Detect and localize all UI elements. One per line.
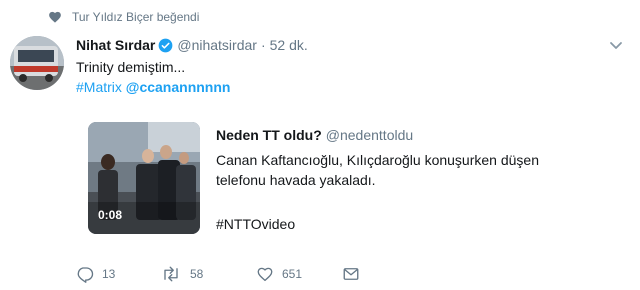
tweet-text: Trinity demiştim... #Matrix @ccanannnnnn (76, 57, 230, 97)
avatar[interactable] (10, 36, 64, 90)
reply-count: 13 (102, 267, 116, 281)
tweet-timestamp[interactable]: 52 dk. (270, 37, 308, 53)
quoted-text-line: telefonu havada yakaladı. (216, 172, 376, 188)
chevron-down-icon[interactable] (608, 40, 624, 52)
video-duration: 0:08 (98, 208, 123, 222)
envelope-icon (343, 268, 359, 280)
video-thumbnail[interactable]: 0:08 (88, 122, 200, 234)
author-name[interactable]: Nihat Sırdar (76, 37, 155, 53)
reply-icon (77, 267, 94, 283)
like-button[interactable]: 651 (256, 262, 302, 286)
like-count: 651 (282, 267, 303, 281)
tweet-text-line: Trinity demiştim... (76, 59, 186, 75)
quoted-hashtag: #NTTOvideo (216, 216, 296, 232)
direct-message-button[interactable] (342, 262, 368, 286)
separator-dot: · (260, 37, 266, 53)
tweet-header: Nihat Sırdar @nihatsirdar · 52 dk. (76, 36, 308, 54)
reply-button[interactable]: 13 (76, 262, 115, 286)
quoted-text-line: Canan Kaftancıoğlu, Kılıçdaroğlu konuşur… (216, 152, 539, 168)
retweet-icon (164, 266, 178, 282)
like-heart-icon (257, 267, 273, 282)
retweet-count: 58 (190, 267, 204, 281)
social-context: Tur Yıldız Biçer beğendi (48, 9, 199, 25)
mention-link[interactable]: @ccanannnnnn (126, 79, 231, 95)
quoted-author-handle[interactable]: @nedenttoldu (326, 127, 413, 143)
author-handle[interactable]: @nihatsirdar (177, 37, 257, 53)
tweet-actions: 13 58 651 (76, 262, 396, 286)
quoted-tweet-header: Neden TT oldu? @nedenttoldu (216, 126, 413, 144)
quoted-author-name[interactable]: Neden TT oldu? (216, 127, 322, 143)
hashtag-link[interactable]: #Matrix (76, 79, 122, 95)
verified-badge-icon (158, 38, 173, 53)
social-context-text[interactable]: Tur Yıldız Biçer beğendi (72, 10, 199, 24)
retweet-button[interactable]: 58 (160, 262, 203, 286)
heart-icon (48, 10, 62, 24)
quoted-tweet[interactable]: 0:08 Neden TT oldu? @nedenttoldu Canan K… (88, 122, 608, 242)
quoted-tweet-text: Canan Kaftancıoğlu, Kılıçdaroğlu konuşur… (216, 150, 539, 190)
